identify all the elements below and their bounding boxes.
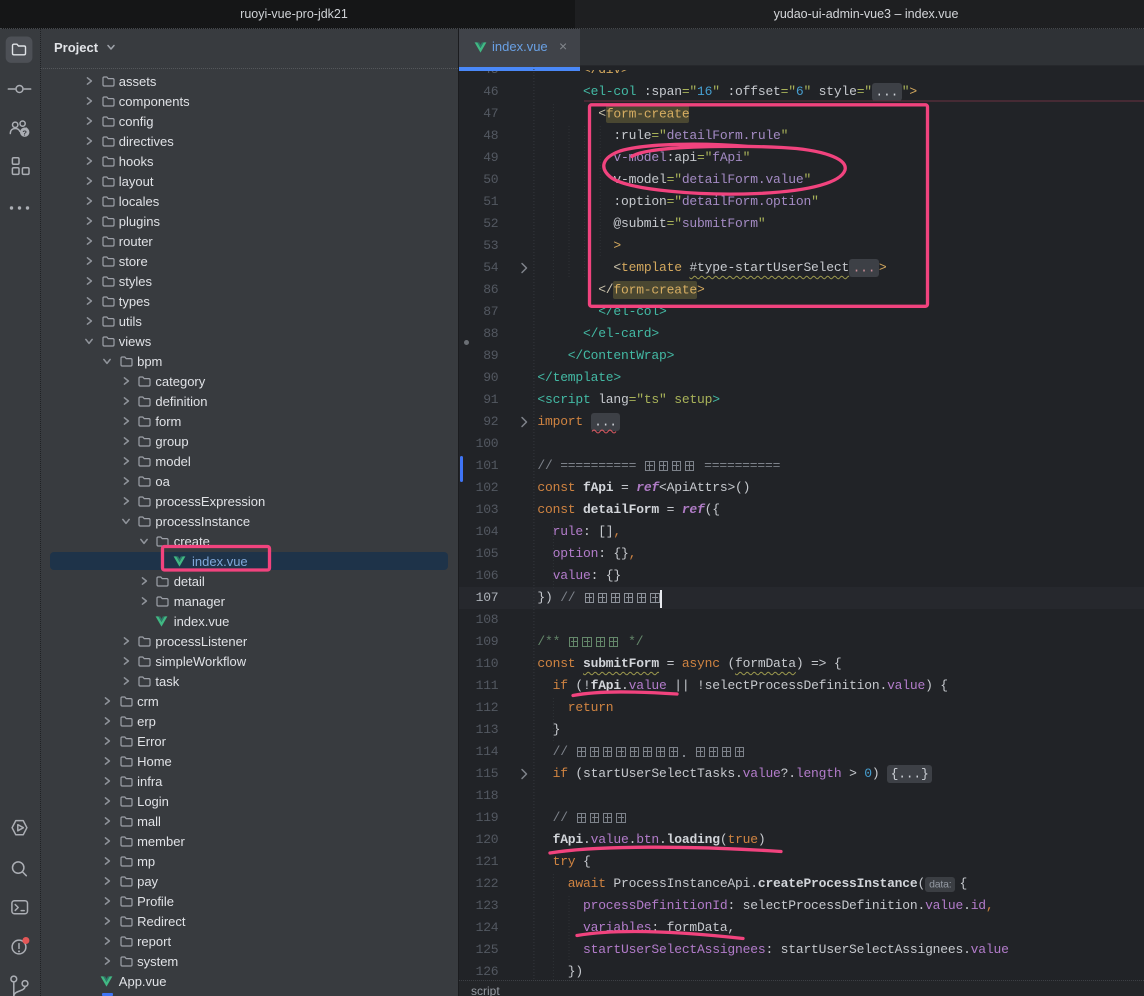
svg-text:?: ? [22, 128, 27, 137]
